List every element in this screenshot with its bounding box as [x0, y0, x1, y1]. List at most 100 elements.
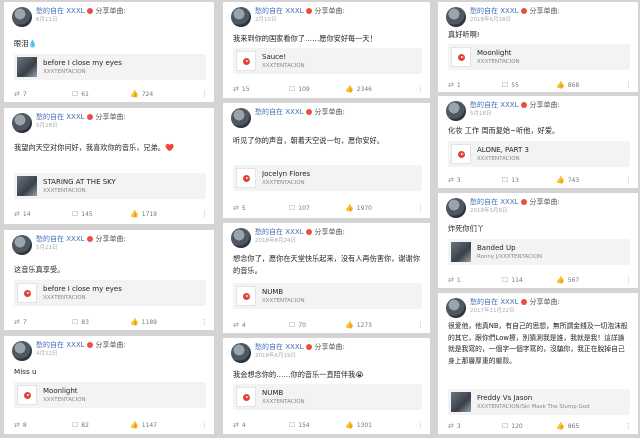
- song-card[interactable]: Moonlight XXXTENTACION: [14, 382, 206, 408]
- post-card[interactable]: 愁的自在 XXXL 分享单曲: 6月11日 眼泪💧 before I close …: [4, 2, 214, 102]
- username[interactable]: 愁的自在 XXXL 分享单曲:: [470, 297, 560, 307]
- comment-button[interactable]: ☐ 70: [289, 320, 306, 331]
- username[interactable]: 愁的自在 XXXL 分享单曲:: [36, 6, 126, 16]
- avatar[interactable]: [231, 228, 251, 248]
- more-icon[interactable]: ⋮: [417, 84, 424, 94]
- repost-button[interactable]: ⇄ 7: [14, 317, 27, 328]
- like-button[interactable]: 👍 868: [556, 80, 579, 91]
- more-icon[interactable]: ⋮: [625, 275, 632, 285]
- song-card[interactable]: Sauce! XXXTENTACION: [233, 48, 422, 74]
- username[interactable]: 愁的自在 XXXL 分享单曲:: [36, 112, 126, 122]
- username-text[interactable]: 愁的自在 XXXL: [470, 198, 519, 206]
- avatar[interactable]: [12, 113, 32, 133]
- avatar[interactable]: [231, 7, 251, 27]
- more-icon[interactable]: ⋮: [625, 421, 632, 431]
- username-text[interactable]: 愁的自在 XXXL: [36, 113, 85, 121]
- username[interactable]: 愁的自在 XXXL 分享单曲:: [36, 340, 126, 350]
- repost-button[interactable]: ⇄ 14: [14, 209, 31, 220]
- like-button[interactable]: 👍 865: [556, 421, 579, 432]
- username-text[interactable]: 愁的自在 XXXL: [470, 298, 519, 306]
- username[interactable]: 愁的自在 XXXL 分享单曲:: [36, 234, 126, 244]
- avatar[interactable]: [231, 108, 251, 128]
- comment-button[interactable]: ☐ 82: [72, 420, 89, 431]
- more-icon[interactable]: ⋮: [417, 320, 424, 330]
- avatar[interactable]: [446, 7, 466, 27]
- repost-button[interactable]: ⇄ 7: [14, 89, 27, 100]
- comment-button[interactable]: ☐ 114: [502, 275, 523, 286]
- username-text[interactable]: 愁的自在 XXXL: [255, 7, 304, 15]
- song-card[interactable]: before I close my eyes XXXTENTACION: [14, 54, 206, 80]
- song-card[interactable]: Freddy Vs Jason XXXTENTACION/Ski Mask Th…: [448, 389, 630, 415]
- avatar[interactable]: [231, 343, 251, 363]
- song-card[interactable]: STARING AT THE SKY XXXTENTACION: [14, 173, 206, 199]
- username[interactable]: 愁的自在 XXXL 分享单曲:: [255, 107, 345, 117]
- username[interactable]: 愁的自在 XXXL 分享单曲:: [255, 6, 345, 16]
- avatar[interactable]: [12, 341, 32, 361]
- more-icon[interactable]: ⋮: [625, 175, 632, 185]
- avatar[interactable]: [446, 101, 466, 121]
- comment-button[interactable]: ☐ 109: [289, 84, 310, 95]
- comment-button[interactable]: ☐ 61: [72, 89, 89, 100]
- post-card[interactable]: 愁的自在 XXXL 分享单曲: 2018年6月18日 真好听啊! Moonligh…: [438, 2, 638, 92]
- post-card[interactable]: 愁的自在 XXXL 分享单曲: 2018年3月8日 炸死你们丫 Banded Up…: [438, 193, 638, 288]
- post-card[interactable]: 愁的自在 XXXL 分享单曲: 5月28日 我望向天空对你问好，我喜欢你的音乐，兄…: [4, 108, 214, 224]
- post-card[interactable]: 愁的自在 XXXL 分享单曲: 2月10日 我来到你的国家看你了……愿你安好每一天…: [223, 2, 430, 98]
- more-icon[interactable]: ⋮: [625, 80, 632, 90]
- song-card[interactable]: before I close my eyes XXXTENTACION: [14, 280, 206, 306]
- like-button[interactable]: 👍 1189: [130, 317, 157, 328]
- repost-button[interactable]: ⇄ 15: [233, 84, 250, 95]
- username-text[interactable]: 愁的自在 XXXL: [36, 235, 85, 243]
- more-icon[interactable]: ⋮: [201, 317, 208, 327]
- repost-button[interactable]: ⇄ 1: [448, 80, 461, 91]
- post-card[interactable]: 愁的自在 XXXL 分享单曲: 2018年6月19日 我会想念你的……你的音乐一直…: [223, 338, 430, 434]
- like-button[interactable]: 👍 1970: [345, 203, 372, 214]
- more-icon[interactable]: ⋮: [201, 420, 208, 430]
- username[interactable]: 愁的自在 XXXL 分享单曲:: [255, 227, 345, 237]
- comment-button[interactable]: ☐ 154: [289, 420, 310, 431]
- song-card[interactable]: Jocelyn Flores XXXTENTACION: [233, 165, 422, 191]
- song-card[interactable]: Moonlight XXXTENTACION: [448, 44, 630, 70]
- avatar[interactable]: [446, 298, 466, 318]
- more-icon[interactable]: ⋮: [417, 420, 424, 430]
- repost-button[interactable]: ⇄ 5: [233, 203, 246, 214]
- like-button[interactable]: 👍 2346: [345, 84, 372, 95]
- post-card[interactable]: 愁的自在 XXXL 分享单曲: 听见了你的声音，朝着天空说一句，愿你安好。 Joc…: [223, 103, 430, 218]
- post-card[interactable]: 愁的自在 XXXL 分享单曲: 2018年8月24日 想念你了，愿你在天堂快乐起来…: [223, 223, 430, 333]
- post-card[interactable]: 愁的自在 XXXL 分享单曲: 5月18日 化妆 工作 周而复始~听他，好爱。 A…: [438, 96, 638, 188]
- post-card[interactable]: 愁的自在 XXXL 分享单曲: 5月21日 这音乐真享受。 before I cl…: [4, 230, 214, 330]
- like-button[interactable]: 👍 567: [556, 275, 579, 286]
- avatar[interactable]: [12, 7, 32, 27]
- song-card[interactable]: ALONE, PART 3 XXXTENTACION: [448, 141, 630, 167]
- comment-button[interactable]: ☐ 145: [72, 209, 93, 220]
- username-text[interactable]: 愁的自在 XXXL: [36, 7, 85, 15]
- more-icon[interactable]: ⋮: [201, 89, 208, 99]
- comment-button[interactable]: ☐ 107: [289, 203, 310, 214]
- username[interactable]: 愁的自在 XXXL 分享单曲:: [255, 342, 345, 352]
- post-card[interactable]: 愁的自在 XXXL 分享单曲: 2017年11月22日 很爱他，他真NB，有自己的…: [438, 293, 638, 434]
- avatar[interactable]: [446, 198, 466, 218]
- song-card[interactable]: Banded Up Ronny J/XXXTENTACION: [448, 239, 630, 265]
- username-text[interactable]: 愁的自在 XXXL: [470, 7, 519, 15]
- like-button[interactable]: 👍 724: [130, 89, 153, 100]
- repost-button[interactable]: ⇄ 3: [448, 421, 461, 432]
- repost-button[interactable]: ⇄ 4: [233, 420, 246, 431]
- more-icon[interactable]: ⋮: [201, 209, 208, 219]
- post-card[interactable]: 愁的自在 XXXL 分享单曲: 4月22日 Miss u Moonlight XX…: [4, 336, 214, 434]
- repost-button[interactable]: ⇄ 4: [233, 320, 246, 331]
- username[interactable]: 愁的自在 XXXL 分享单曲:: [470, 6, 560, 16]
- repost-button[interactable]: ⇄ 1: [448, 275, 461, 286]
- repost-button[interactable]: ⇄ 8: [14, 420, 27, 431]
- repost-button[interactable]: ⇄ 3: [448, 175, 461, 186]
- comment-button[interactable]: ☐ 13: [502, 175, 519, 186]
- like-button[interactable]: 👍 743: [556, 175, 579, 186]
- comment-button[interactable]: ☐ 83: [72, 317, 89, 328]
- comment-button[interactable]: ☐ 120: [502, 421, 523, 432]
- like-button[interactable]: 👍 1719: [130, 209, 157, 220]
- avatar[interactable]: [12, 235, 32, 255]
- username-text[interactable]: 愁的自在 XXXL: [255, 343, 304, 351]
- like-button[interactable]: 👍 1273: [345, 320, 372, 331]
- like-button[interactable]: 👍 1301: [345, 420, 372, 431]
- username-text[interactable]: 愁的自在 XXXL: [36, 341, 85, 349]
- username[interactable]: 愁的自在 XXXL 分享单曲:: [470, 197, 560, 207]
- like-button[interactable]: 👍 1147: [130, 420, 157, 431]
